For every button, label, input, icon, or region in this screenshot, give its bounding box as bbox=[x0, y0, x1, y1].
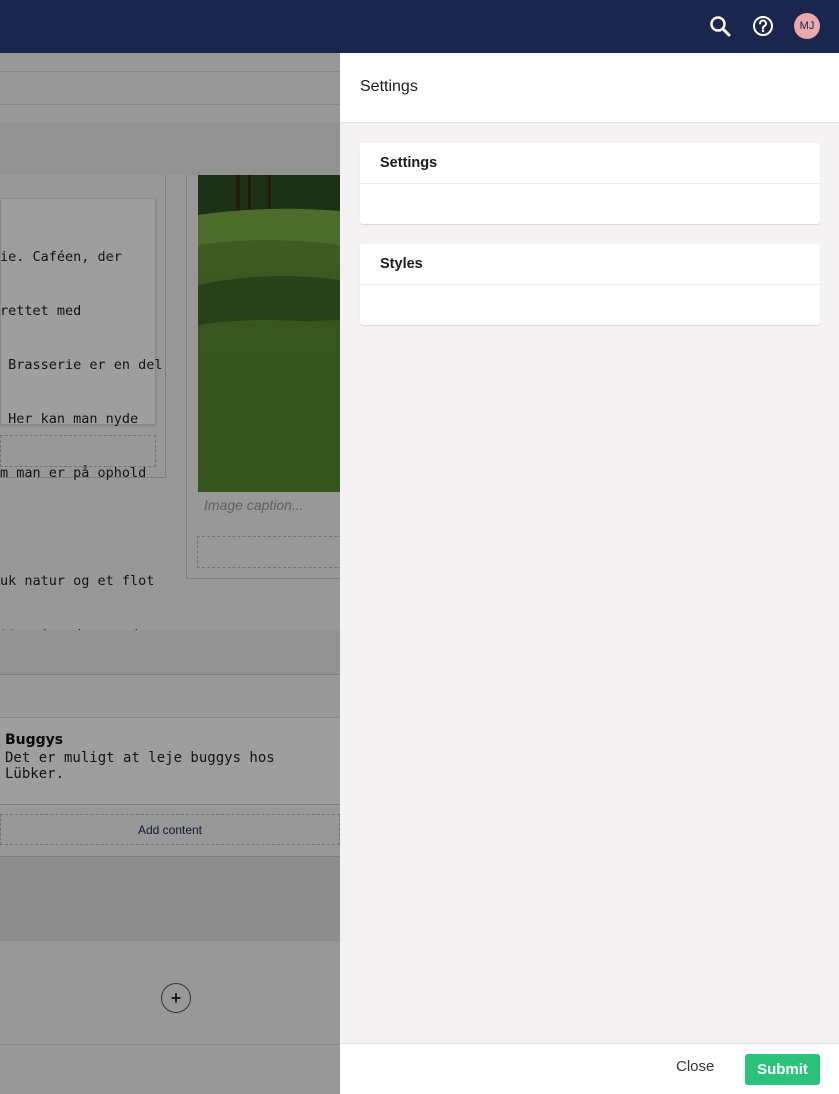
submit-button[interactable]: Submit bbox=[745, 1054, 820, 1085]
section-title: Settings bbox=[380, 155, 438, 171]
settings-panel: Settings Settings Styles Close Submit bbox=[340, 53, 839, 1094]
section-title: Styles bbox=[380, 256, 423, 272]
close-button[interactable]: Close bbox=[676, 1058, 714, 1075]
modal-backdrop[interactable] bbox=[0, 53, 340, 1094]
help-icon[interactable] bbox=[750, 13, 776, 39]
search-icon[interactable] bbox=[707, 13, 733, 39]
top-bar: MJ bbox=[0, 0, 839, 53]
settings-section[interactable]: Settings bbox=[360, 143, 820, 224]
panel-title: Settings bbox=[360, 78, 418, 95]
avatar[interactable]: MJ bbox=[794, 13, 820, 39]
panel-footer: Close Submit bbox=[340, 1043, 839, 1094]
panel-header: Settings bbox=[340, 53, 839, 123]
styles-section[interactable]: Styles bbox=[360, 244, 820, 325]
